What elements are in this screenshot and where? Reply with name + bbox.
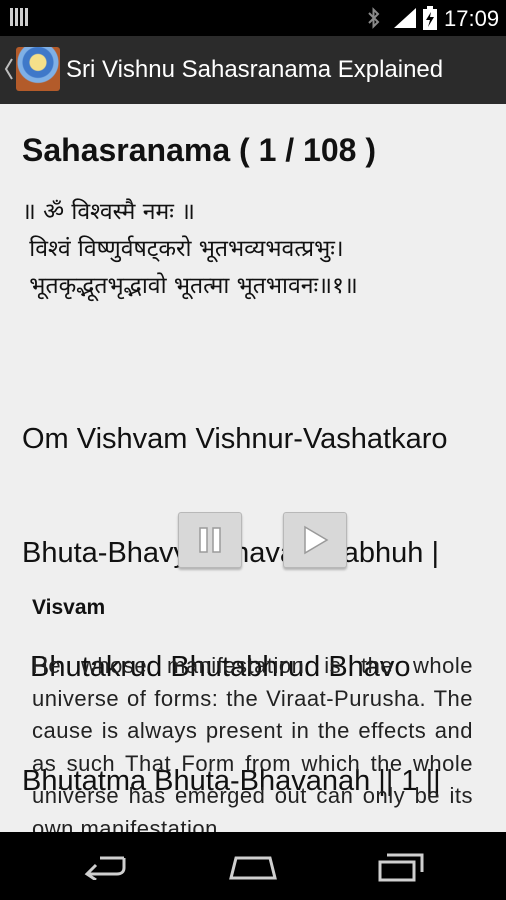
status-time: 17:09 (444, 6, 500, 31)
bluetooth-icon (368, 7, 380, 29)
term-title: Visvam (32, 596, 106, 619)
app-title: Sri Vishnu Sahasranama Explained (66, 56, 444, 83)
signal-icon (394, 8, 416, 28)
explanation-text: He whose manifestation is the whole univ… (32, 653, 473, 832)
app-logo-icon[interactable] (16, 47, 60, 91)
home-icon[interactable] (228, 854, 278, 880)
notification-bars-icon (10, 8, 28, 26)
sanskrit-line: विश्वं विष्णुर्वषट्करो भूतभव्यभवत्प्रभुः… (22, 236, 344, 262)
sanskrit-verse: ॥ ॐ विश्वस्मै नमः ॥ विश्वं विष्णुर्वषट्क… (22, 194, 358, 305)
transliteration-line: Om Vishvam Vishnur-Vashatkaro (22, 423, 448, 455)
sanskrit-line: भूतकृद्भूतभृद्भावो भूतत्मा भूतभावनः॥१॥ (22, 273, 358, 299)
pause-button[interactable] (178, 512, 242, 568)
play-icon (304, 525, 329, 555)
play-button[interactable] (283, 512, 347, 568)
navigation-bar (0, 832, 506, 900)
recent-apps-icon[interactable] (377, 852, 425, 882)
pause-icon (199, 527, 221, 553)
page-title: Sahasranama ( 1 / 108 ) (22, 132, 376, 168)
action-bar: Sri Vishnu Sahasranama Explained (0, 36, 506, 104)
content-area[interactable]: Sahasranama ( 1 / 108 ) ॥ ॐ विश्वस्मै नम… (0, 104, 506, 832)
back-icon[interactable] (80, 852, 130, 880)
sanskrit-line: ॥ ॐ विश्वस्मै नमः ॥ (22, 199, 195, 225)
back-chevron-icon[interactable] (4, 56, 14, 82)
battery-charging-icon (423, 6, 437, 30)
status-bar: 17:09 (0, 0, 506, 36)
